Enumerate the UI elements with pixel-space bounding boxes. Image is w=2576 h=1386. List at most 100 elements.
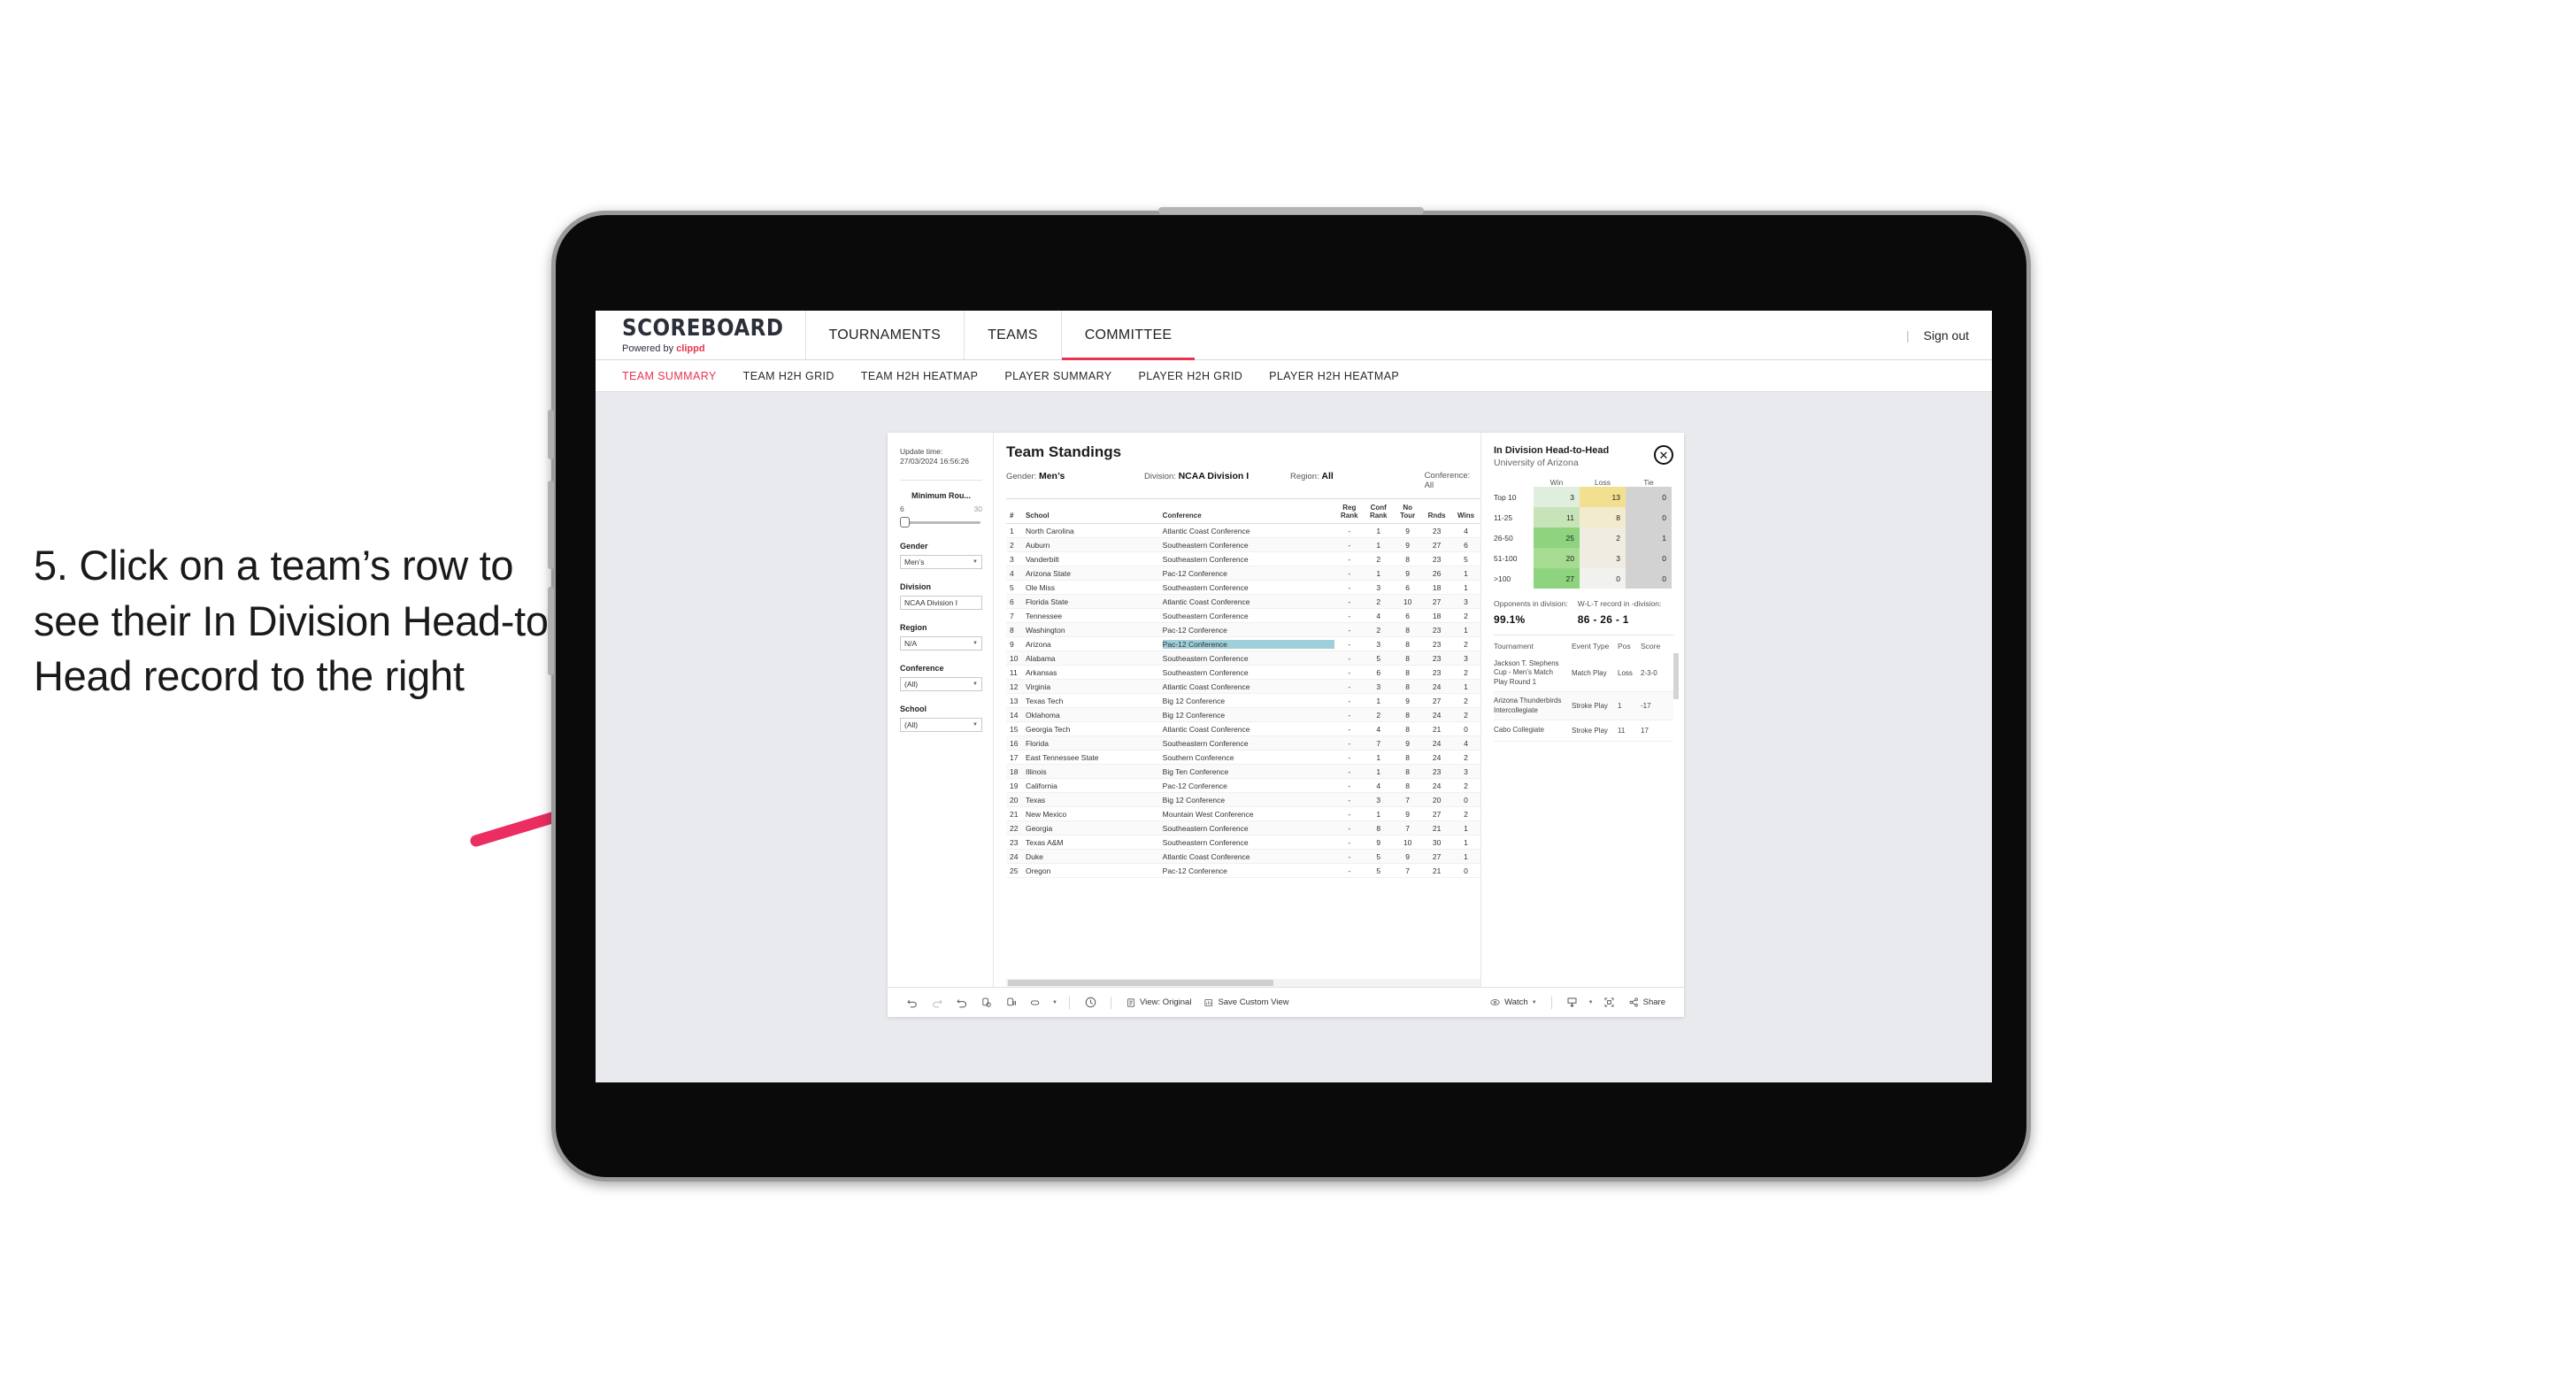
heatmap-cell-tie[interactable]: 0 <box>1626 568 1672 589</box>
fullscreen-icon[interactable] <box>1597 993 1622 1013</box>
cell-conference: Southeastern Conference <box>1162 611 1249 620</box>
slider-knob[interactable] <box>900 516 910 527</box>
table-row[interactable]: 15 Georgia Tech Atlantic Coast Conference -… <box>1006 722 1480 737</box>
undo-icon[interactable] <box>900 993 925 1013</box>
col-rnds[interactable]: Rnds <box>1422 512 1451 520</box>
table-row[interactable]: 24 Duke Atlantic Coast Conference - 5 9 27 1 <box>1006 850 1480 865</box>
table-row[interactable]: 25 Oregon Pac-12 Conference - 5 7 21 0 <box>1006 864 1480 879</box>
minimum-rounds-slider[interactable] <box>900 516 982 528</box>
highlight-icon[interactable] <box>1024 993 1049 1013</box>
close-icon[interactable]: ✕ <box>1654 445 1673 465</box>
share-button[interactable]: Share <box>1622 997 1672 1008</box>
division-select[interactable]: NCAA Division I <box>900 595 982 610</box>
heatmap-cell-tie[interactable]: 0 <box>1626 507 1672 527</box>
chevron-down-icon[interactable]: ▼ <box>1049 993 1061 1013</box>
cell-wins: 2 <box>1464 696 1468 705</box>
tournament-row[interactable]: Cabo Collegiate Stroke Play 11 17 <box>1494 720 1673 742</box>
nav-item-teams[interactable]: TEAMS <box>964 311 1061 359</box>
table-row[interactable]: 4 Arizona State Pac-12 Conference - 1 9 26 1 <box>1006 566 1480 581</box>
heatmap-cell-win[interactable]: 20 <box>1534 548 1580 568</box>
horizontal-scrollbar[interactable] <box>1006 979 1480 987</box>
cell-wins: 1 <box>1464 568 1468 578</box>
table-row[interactable]: 5 Ole Miss Southeastern Conference - 3 6 18 1 <box>1006 581 1480 596</box>
nav-item-tournaments[interactable]: TOURNAMENTS <box>804 311 965 359</box>
heatmap-cell-tie[interactable]: 1 <box>1626 527 1672 548</box>
filter-gender: Gender Men’s ▼ <box>900 542 982 569</box>
table-row[interactable]: 21 New Mexico Mountain West Conference - 1 9 2… <box>1006 807 1480 822</box>
col-school[interactable]: School <box>1026 512 1163 520</box>
scrollbar-thumb[interactable] <box>1008 980 1273 986</box>
table-row[interactable]: 7 Tennessee Southeastern Conference - 4 6 18 2 <box>1006 609 1480 624</box>
table-row[interactable]: 18 Illinois Big Ten Conference -1 8 23 3 <box>1006 765 1480 780</box>
heatmap-cell-win[interactable]: 11 <box>1534 507 1580 527</box>
refresh-data-icon[interactable] <box>974 993 999 1013</box>
cell-reg-rank: - <box>1348 597 1351 606</box>
col-conf-rank[interactable]: Conf Rank <box>1364 504 1393 520</box>
redo-icon[interactable] <box>925 993 950 1013</box>
table-row[interactable]: 6 Florida State Atlantic Coast Conference -… <box>1006 595 1480 610</box>
heatmap-cell-tie[interactable]: 0 <box>1626 487 1672 507</box>
tab-team-h2h-grid[interactable]: TEAM H2H GRID <box>743 370 834 382</box>
chevron-down-icon[interactable]: ▼ <box>1585 993 1597 1013</box>
col-conference[interactable]: Conference <box>1163 512 1335 520</box>
table-row[interactable]: 2 Auburn Southeastern Conference - 1 9 27 6 <box>1006 538 1480 553</box>
table-row[interactable]: 19 California Pac-12 Conference - 4 8 24 2 <box>1006 779 1480 794</box>
table-row[interactable]: 14 Oklahoma Big 12 Conference - 2 8 24 2 <box>1006 708 1480 723</box>
heatmap-cell-win[interactable]: 3 <box>1534 487 1580 507</box>
heatmap-cell-tie[interactable]: 0 <box>1626 548 1672 568</box>
app-logo[interactable]: SCOREBOARD Powered by clippd <box>596 311 805 359</box>
table-row[interactable]: 13 Texas Tech Big 12 Conference - 1 9 27 2 <box>1006 694 1480 709</box>
table-row[interactable]: 3 Vanderbilt Southeastern Conference - 2 8 23 5 <box>1006 552 1480 567</box>
table-row[interactable]: 11 Arkansas Southeastern Conference - 6 8 23 2 <box>1006 666 1480 681</box>
save-custom-view-button[interactable]: Save Custom View <box>1197 997 1295 1008</box>
cell-no-tour: 8 <box>1405 653 1411 663</box>
watch-button[interactable]: Watch ▼ <box>1483 997 1543 1008</box>
col-number[interactable]: # <box>1006 512 1026 520</box>
cell-no-tour: 9 <box>1405 696 1411 705</box>
cell-conference: Atlantic Coast Conference <box>1162 724 1250 734</box>
col-wins[interactable]: Wins <box>1451 512 1480 520</box>
view-original-button[interactable]: View: Original <box>1119 997 1197 1008</box>
table-row[interactable]: 17 East Tennessee State Southern Conferenc… <box>1006 751 1480 766</box>
tab-player-h2h-grid[interactable]: PLAYER H2H GRID <box>1139 370 1243 382</box>
school-select[interactable]: (All) ▼ <box>900 717 982 732</box>
sign-out-link[interactable]: Sign out <box>1924 328 1969 343</box>
table-row[interactable]: 10 Alabama Southeastern Conference - 5 8 23 3 <box>1006 651 1480 666</box>
cell-conf-rank: 1 <box>1376 568 1381 578</box>
heatmap-cell-win[interactable]: 25 <box>1534 527 1580 548</box>
col-tournament: Tournament <box>1494 642 1534 651</box>
tab-player-summary[interactable]: PLAYER SUMMARY <box>1004 370 1111 382</box>
table-row[interactable]: 20 Texas Big 12 Conference - 3 7 20 0 <box>1006 793 1480 808</box>
tournament-row[interactable]: Arizona Thunderbirds Intercollegiate Stro… <box>1494 692 1673 720</box>
heatmap-cell-loss[interactable]: 0 <box>1580 568 1626 589</box>
tab-team-h2h-heatmap[interactable]: TEAM H2H HEATMAP <box>861 370 979 382</box>
heatmap-cell-loss[interactable]: 13 <box>1580 487 1626 507</box>
history-icon[interactable] <box>1078 993 1103 1013</box>
col-reg-rank[interactable]: Reg Rank <box>1334 504 1364 520</box>
filter-label: Gender <box>900 541 928 551</box>
region-select[interactable]: N/A ▼ <box>900 635 982 651</box>
table-row[interactable]: 22 Georgia Southeastern Conference - 8 7 21 1 <box>1006 821 1480 836</box>
col-no-tour[interactable]: No Tour <box>1393 504 1422 520</box>
heatmap-cell-win[interactable]: 27 <box>1534 568 1580 589</box>
table-row[interactable]: 9 Arizona Pac-12 Conference - 3 8 23 2 <box>1006 637 1480 652</box>
table-row[interactable]: 12 Virginia Atlantic Coast Conference - 3 8 24… <box>1006 680 1480 695</box>
download-icon[interactable] <box>1560 993 1585 1013</box>
cell-tournament-name: Arizona Thunderbirds Intercollegiate <box>1494 697 1562 714</box>
heatmap-cell-loss[interactable]: 2 <box>1580 527 1626 548</box>
tab-player-h2h-heatmap[interactable]: PLAYER H2H HEATMAP <box>1269 370 1399 382</box>
tab-team-summary[interactable]: TEAM SUMMARY <box>622 370 717 382</box>
tournament-row[interactable]: Jackson T. Stephens Cup - Men’s Match Pl… <box>1494 655 1673 693</box>
heatmap-cell-loss[interactable]: 3 <box>1580 548 1626 568</box>
pause-data-icon[interactable] <box>999 993 1024 1013</box>
heatmap-cell-loss[interactable]: 8 <box>1580 507 1626 527</box>
gender-select[interactable]: Men’s ▼ <box>900 554 982 569</box>
table-row[interactable]: 1 North Carolina Atlantic Coast Conference… <box>1006 524 1480 539</box>
tournament-scrollbar[interactable] <box>1673 653 1679 699</box>
nav-item-committee[interactable]: COMMITTEE <box>1060 311 1196 360</box>
conference-select[interactable]: (All) ▼ <box>900 676 982 691</box>
table-row[interactable]: 23 Texas A&M Southeastern Conference - 9 10 30… <box>1006 835 1480 851</box>
table-row[interactable]: 16 Florida Southeastern Conference - 7 9 24 4 <box>1006 736 1480 751</box>
revert-icon[interactable] <box>950 993 974 1013</box>
table-row[interactable]: 8 Washington Pac-12 Conference - 2 8 23 1 <box>1006 623 1480 638</box>
